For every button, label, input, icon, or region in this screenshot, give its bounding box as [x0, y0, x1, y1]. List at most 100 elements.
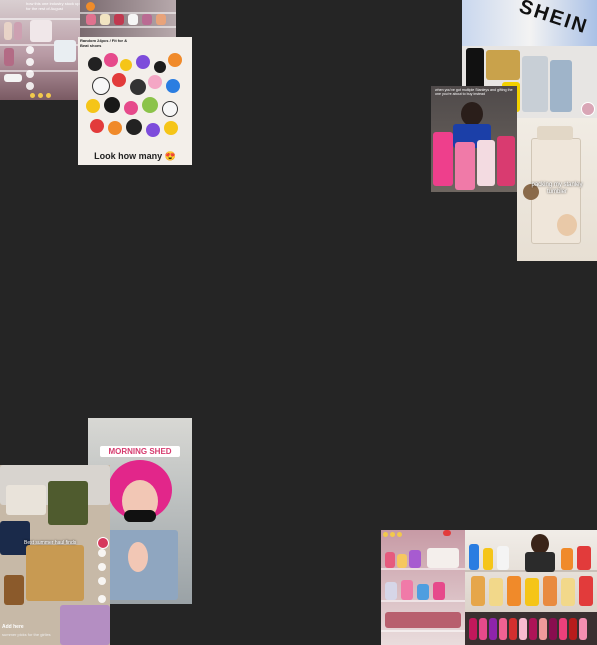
- product: [469, 544, 479, 570]
- product: [525, 578, 539, 606]
- product-bottle: [142, 14, 152, 25]
- person-head: [461, 102, 483, 126]
- video-thumbnail-haircare-shelves[interactable]: [465, 530, 597, 612]
- product: [433, 582, 445, 600]
- video-caption: packing my stanley tumbler: [531, 182, 583, 195]
- product: [489, 578, 503, 606]
- tumbler-lid: [537, 126, 573, 140]
- shelf: [0, 70, 80, 72]
- emoji-sticker: [390, 532, 395, 537]
- avatar[interactable]: [97, 537, 109, 549]
- sandals: [26, 545, 84, 601]
- person-head: [531, 534, 549, 554]
- product-cap: [86, 2, 95, 11]
- brown-shoe: [4, 575, 24, 605]
- product-bottle: [156, 14, 166, 25]
- blue-garment: [550, 60, 572, 112]
- video-description: summer picks for the girlies: [2, 632, 51, 637]
- emoji-sticker: [38, 93, 43, 98]
- product: [497, 546, 509, 570]
- polish-bottle: [499, 618, 507, 640]
- share-icon[interactable]: [26, 82, 34, 90]
- video-caption: how this one industry stock up for the r…: [26, 1, 80, 11]
- product-bottle: [114, 14, 124, 25]
- product-label: [4, 74, 22, 82]
- product: [409, 550, 421, 568]
- video-caption: Look how many 😍: [94, 150, 176, 161]
- video-thumbnail-stanley-packing[interactable]: packing my stanley tumbler: [517, 118, 597, 261]
- video-caption: Best summer haul finds: [24, 540, 77, 546]
- product: [577, 546, 591, 570]
- emoji-sticker: [383, 532, 388, 537]
- product-row: [385, 612, 461, 628]
- product: [507, 576, 521, 606]
- shelf: [381, 630, 465, 632]
- grey-garment: [522, 56, 548, 112]
- stanley-cup-pink: [497, 136, 515, 186]
- hands: [128, 542, 148, 572]
- polish-bottle: [479, 618, 487, 640]
- polish-bottle: [489, 618, 497, 640]
- polish-bottle: [559, 618, 567, 640]
- face-mask: [124, 510, 156, 522]
- polish-bottle: [539, 618, 547, 640]
- olive-garment: [48, 481, 88, 525]
- comment-icon[interactable]: [98, 563, 106, 571]
- avatar[interactable]: [581, 102, 595, 116]
- heart-icon[interactable]: [98, 549, 106, 557]
- video-caption: when you've got multiple Stanleys and gi…: [435, 88, 513, 97]
- share-icon[interactable]: [98, 595, 106, 603]
- stanley-cup-cream: [477, 140, 495, 186]
- shelf: [381, 568, 465, 570]
- product-bottle: [128, 14, 138, 25]
- shelf: [381, 600, 465, 602]
- heart-icon[interactable]: [26, 46, 34, 54]
- product: [427, 548, 459, 568]
- product: [397, 554, 407, 568]
- emoji-sticker: [46, 93, 51, 98]
- stanley-cup-pink: [455, 142, 475, 190]
- product: [561, 548, 573, 570]
- bookmark-icon[interactable]: [26, 70, 34, 78]
- product-bottle: [86, 14, 96, 25]
- product: [385, 552, 395, 568]
- stanley-cup-pink: [433, 132, 453, 186]
- product: [561, 578, 575, 606]
- product-bottle: [14, 22, 22, 40]
- polish-bottle: [569, 618, 577, 640]
- polish-bottle: [469, 618, 477, 640]
- shelf: [80, 26, 176, 28]
- video-thumbnail-nail-polish[interactable]: [465, 612, 597, 645]
- product-jar: [54, 40, 76, 62]
- hand: [557, 214, 577, 236]
- polish-bottle: [509, 618, 517, 640]
- product-bottle: [4, 22, 12, 40]
- charm-pile: [84, 51, 184, 149]
- product-bottle: [4, 48, 14, 66]
- video-thumbnail-shoe-haul[interactable]: Best summer haul finds Add here summer p…: [0, 465, 110, 645]
- video-footer-text: Add here: [2, 624, 24, 630]
- video-thumbnail-fragrance-shelf[interactable]: [80, 0, 176, 38]
- product: [543, 576, 557, 606]
- video-thumbnail-beauty-shelves[interactable]: [381, 530, 465, 645]
- emoji-sticker: [397, 532, 402, 537]
- product-jar: [30, 20, 52, 42]
- person-body: [525, 552, 555, 572]
- comment-icon[interactable]: [26, 58, 34, 66]
- polish-bottle: [579, 618, 587, 640]
- video-thumbnail-skincare-fridge[interactable]: how this one industry stock up for the r…: [0, 0, 80, 100]
- video-thumbnail-stanley-pink[interactable]: when you've got multiple Stanleys and gi…: [431, 86, 517, 192]
- product-bottle: [100, 14, 110, 25]
- charm-pack-header: Random 24pcs / Fit for & Beat shoes: [80, 38, 128, 48]
- emoji-sticker: [30, 93, 35, 98]
- gold-bag: [486, 50, 520, 80]
- bookmark-icon[interactable]: [98, 577, 106, 585]
- polish-bottle: [529, 618, 537, 640]
- product: [483, 548, 493, 570]
- product: [579, 576, 593, 606]
- white-garment: [6, 485, 46, 515]
- polish-bottle: [519, 618, 527, 640]
- video-thumbnail-shoe-charms[interactable]: Random 24pcs / Fit for & Beat shoes Look…: [78, 37, 192, 165]
- product: [417, 584, 429, 600]
- lilac-item: [60, 605, 110, 645]
